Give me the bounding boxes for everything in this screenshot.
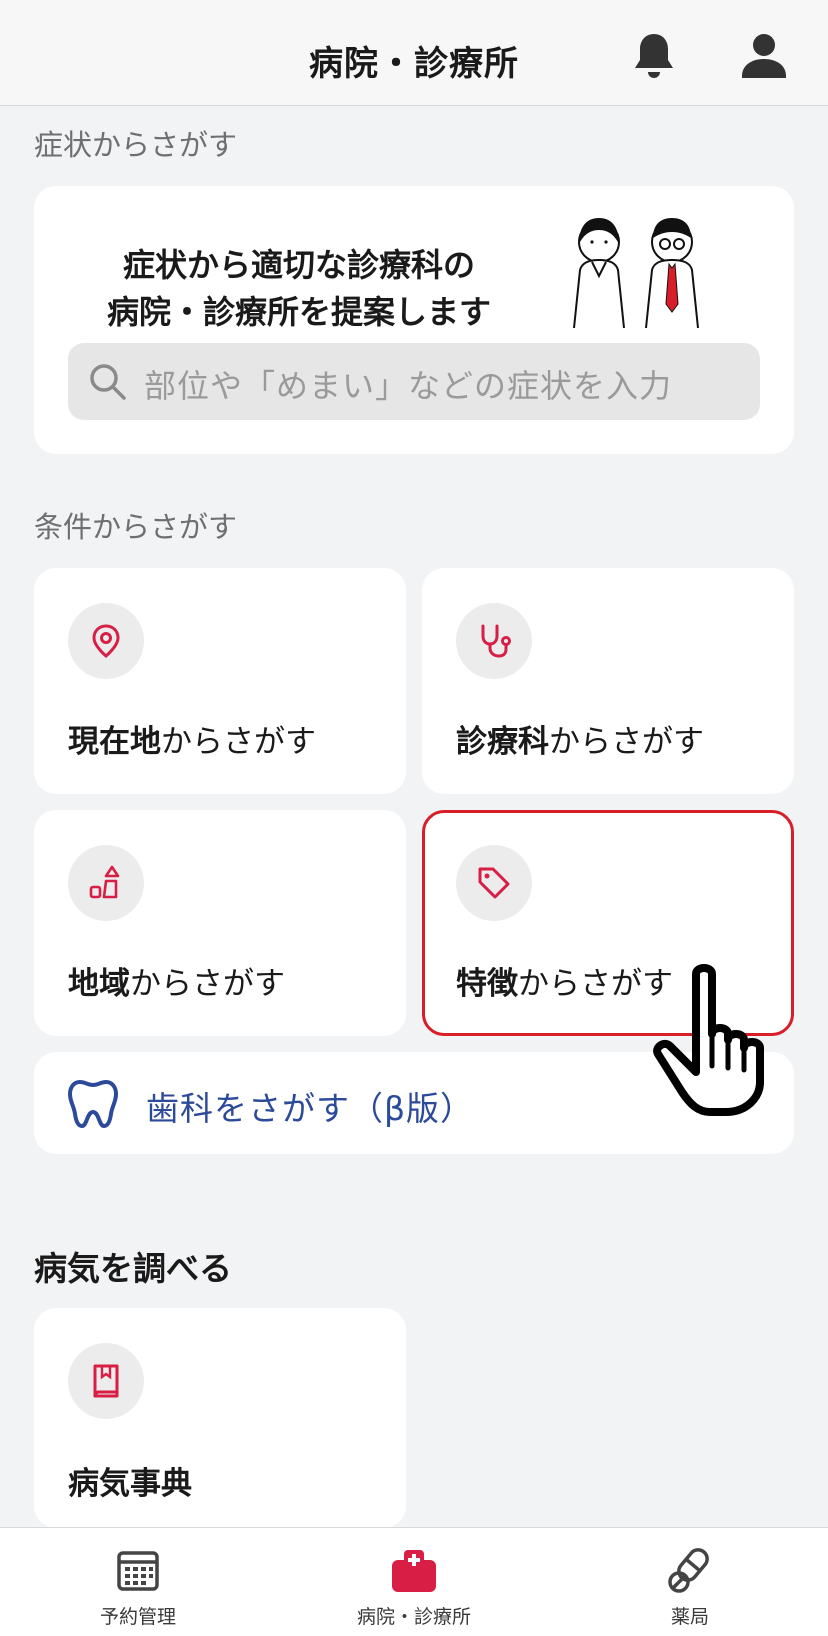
- hospital-icon: [392, 1550, 436, 1592]
- nav-label-pharmacy: 薬局: [670, 1606, 709, 1628]
- nav-item-pharmacy[interactable]: 薬局: [552, 1528, 828, 1636]
- pill-icon: [668, 1548, 709, 1593]
- icon-circle: [68, 845, 144, 921]
- bell-icon: [635, 34, 673, 78]
- nav-label-hospitals: 病院・診療所: [356, 1606, 471, 1628]
- label-rest: からさがす: [549, 724, 704, 760]
- region-shapes-icon: [89, 865, 120, 899]
- tooth-icon: [68, 1080, 118, 1128]
- disease-section-heading: 病気を調べる: [34, 1249, 232, 1288]
- search-icon: [90, 364, 126, 400]
- label-bold: 診療科: [456, 724, 549, 760]
- search-by-department-card[interactable]: 診療科からさがす: [422, 568, 794, 794]
- page-title: 病院・診療所: [309, 44, 519, 84]
- symptom-section-label: 症状からさがす: [34, 128, 238, 162]
- icon-circle: [456, 603, 532, 679]
- nav-item-hospitals[interactable]: 病院・診療所: [276, 1528, 552, 1636]
- icon-circle: [68, 1343, 144, 1419]
- location-pin-icon: [92, 624, 120, 658]
- nav-item-reservations[interactable]: 予約管理: [0, 1528, 276, 1636]
- icon-circle: [68, 603, 144, 679]
- search-by-department-label: 診療科からさがす: [456, 716, 704, 761]
- symptom-headline-line1: 症状から適切な診療科の: [122, 246, 475, 284]
- icon-circle: [456, 845, 532, 921]
- label-bold: 現在地: [68, 724, 161, 760]
- tag-icon: [478, 867, 510, 899]
- user-icon: [742, 34, 786, 78]
- label-bold: 特徴: [456, 966, 518, 1002]
- label-bold: 地域: [68, 966, 130, 1002]
- search-by-region-label: 地域からさがす: [68, 958, 285, 1003]
- symptom-headline: 症状から適切な診療科の 病院・診療所を提案します: [74, 242, 524, 336]
- symptom-headline-line2: 病院・診療所を提案します: [106, 293, 491, 331]
- search-placeholder: 部位や「めまい」などの症状を入力: [144, 367, 673, 405]
- app-screen: 病院・診療所 症状からさがす 症状から適切な診療科の 病院・診療所を提案します: [0, 0, 828, 1636]
- nav-label-reservations: 予約管理: [99, 1606, 176, 1628]
- disease-encyclopedia-card[interactable]: 病気事典: [34, 1308, 406, 1528]
- notification-bell-button[interactable]: [628, 30, 680, 82]
- top-header: 病院・診療所: [0, 0, 828, 106]
- search-by-feature-label: 特徴からさがす: [456, 958, 673, 1003]
- search-by-location-label: 現在地からさがす: [68, 716, 316, 761]
- account-button[interactable]: [738, 30, 790, 82]
- label-rest: からさがす: [161, 724, 316, 760]
- search-by-region-card[interactable]: 地域からさがす: [34, 810, 406, 1036]
- doctors-illustration: [573, 218, 699, 328]
- condition-section-label: 条件からさがす: [34, 510, 238, 544]
- book-icon: [93, 1364, 119, 1398]
- calendar-icon: [117, 1551, 159, 1591]
- dental-search-label: 歯科をさがす（β版）: [146, 1089, 475, 1128]
- disease-encyclopedia-label: 病気事典: [68, 1466, 192, 1502]
- bottom-navigation: 予約管理 病院・診療所 薬局: [0, 1527, 828, 1636]
- label-rest: からさがす: [130, 966, 285, 1002]
- search-by-location-card[interactable]: 現在地からさがす: [34, 568, 406, 794]
- symptom-search-card: 症状から適切な診療科の 病院・診療所を提案します 部位や「めまい」などの症状を入…: [34, 186, 794, 454]
- stethoscope-icon: [481, 624, 511, 658]
- hand-pointer-icon: [653, 964, 764, 1116]
- symptom-search-input[interactable]: 部位や「めまい」などの症状を入力: [68, 343, 760, 420]
